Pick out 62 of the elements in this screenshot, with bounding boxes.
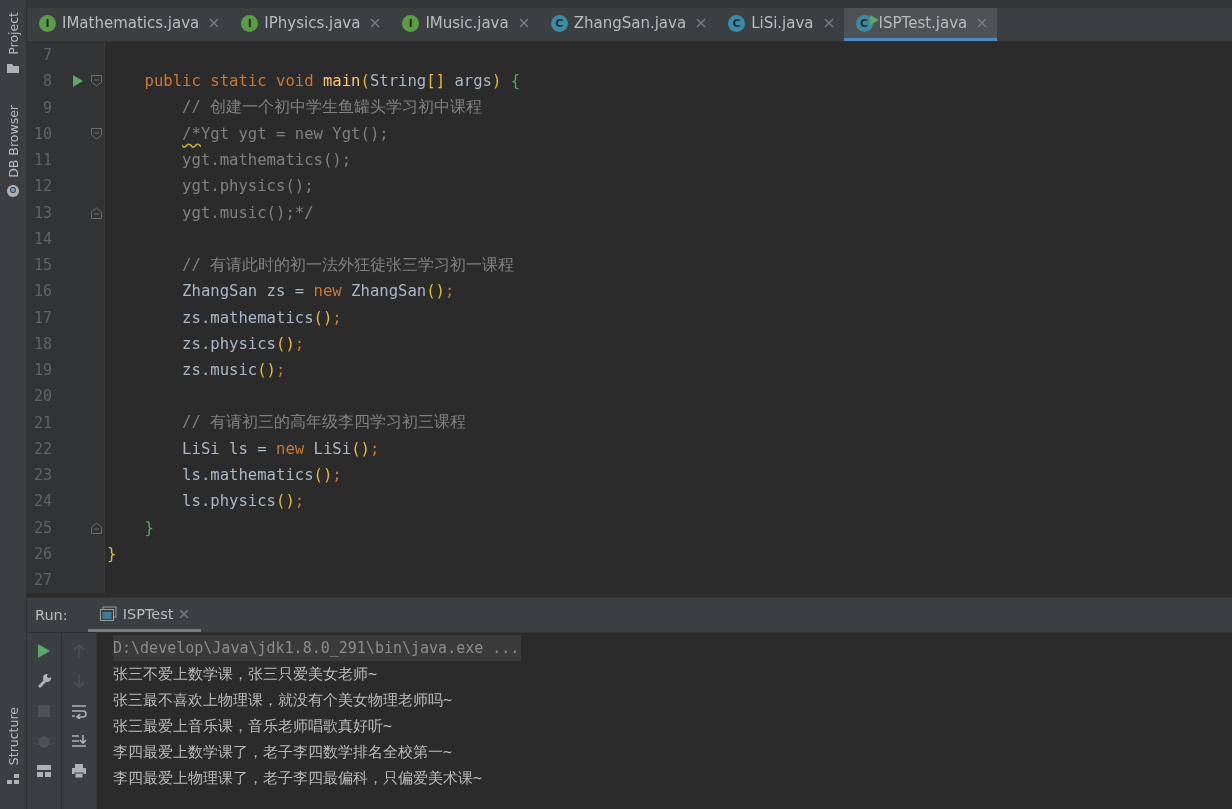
close-icon[interactable]: [823, 18, 834, 28]
printer-icon[interactable]: [71, 763, 87, 779]
editor-tab[interactable]: I IMathematics.java: [27, 8, 230, 41]
structure-icon[interactable]: [6, 771, 20, 785]
scroll-to-end-icon[interactable]: [71, 733, 87, 749]
layout-icon[interactable]: [36, 763, 52, 779]
code-line: zs.physics();: [181, 334, 305, 353]
code-line: public static void main(String[] args) {: [143, 72, 521, 91]
run-label: Run:: [35, 607, 68, 623]
file-type-icon: I: [39, 14, 56, 32]
close-icon[interactable]: [518, 18, 529, 28]
run-tab[interactable]: ISPTest: [87, 598, 202, 632]
code-line: zs.music();: [181, 361, 286, 380]
close-icon[interactable]: [977, 18, 988, 28]
tool-window-label[interactable]: DB Browser: [5, 104, 21, 178]
fold-icon[interactable]: [90, 521, 102, 534]
editor-tab[interactable]: C ZhangSan.java: [538, 8, 717, 41]
console-output: 张三不爱上数学课，张三只爱美女老师~: [113, 664, 379, 685]
editor-tab[interactable]: I IPhysics.java: [229, 8, 391, 41]
code-line: ls.mathematics();: [181, 466, 342, 485]
console-icon[interactable]: [99, 605, 117, 622]
code-line: ZhangSan zs = new ZhangSan();: [181, 282, 455, 301]
code-line: // 有请初三的高年级李四学习初三课程: [181, 412, 467, 434]
close-icon[interactable]: [370, 18, 381, 28]
close-icon[interactable]: [209, 18, 220, 28]
database-icon[interactable]: [6, 183, 20, 198]
close-icon[interactable]: [179, 608, 190, 619]
fold-icon[interactable]: [90, 127, 102, 140]
editor-tab[interactable]: C LiSi.java: [716, 8, 844, 41]
file-type-icon: I: [402, 14, 420, 32]
tool-window-label[interactable]: Structure: [5, 706, 21, 765]
code-line: ls.physics();: [181, 492, 305, 511]
run-marker-icon[interactable]: [869, 15, 879, 25]
code-line: // 有请此时的初一法外狂徒张三学习初一课程: [181, 254, 515, 276]
close-icon[interactable]: [696, 18, 707, 28]
code-line: // 创建一个初中学生鱼罐头学习初中课程: [181, 97, 483, 119]
console-output: 张三最不喜欢上物理课，就没有个美女物理老师吗~: [113, 690, 454, 711]
file-type-icon: C: [728, 14, 746, 32]
console-command: D:\develop\Java\jdk1.8.0_291\bin\java.exe ...: [113, 635, 522, 661]
run-icon[interactable]: [36, 643, 52, 659]
soft-wrap-icon[interactable]: [71, 703, 87, 719]
editor-tab[interactable]: C ISPTest.java: [843, 8, 998, 41]
tool-window-label[interactable]: Project: [5, 12, 21, 55]
code-line: /*Ygt ygt = new Ygt();: [181, 124, 389, 143]
console-output: 李四最爱上数学课了，老子李四数学排名全校第一~: [113, 742, 454, 763]
file-type-icon: I: [241, 14, 259, 32]
fold-icon[interactable]: [90, 75, 102, 88]
code-line: ygt.physics();: [181, 177, 314, 196]
code-line: ygt.mathematics();: [181, 151, 352, 170]
file-type-icon: C: [550, 14, 568, 32]
code-line: zs.mathematics();: [181, 308, 342, 327]
console-output: 李四最爱上物理课了，老子李四最偏科，只偏爱美术课~: [113, 768, 484, 789]
code-line: ygt.music();*/: [181, 203, 314, 222]
code-line: LiSi ls = new LiSi();: [181, 439, 380, 458]
fold-icon[interactable]: [90, 206, 102, 219]
editor-tab[interactable]: I IMusic.java: [390, 8, 539, 41]
code-line: }: [107, 544, 117, 563]
run-icon[interactable]: [73, 75, 83, 88]
code-line: }: [143, 518, 154, 537]
wrench-icon[interactable]: [36, 673, 52, 689]
file-type-icon: C: [855, 14, 873, 32]
console-output: 张三最爱上音乐课，音乐老师唱歌真好听~: [113, 716, 394, 737]
